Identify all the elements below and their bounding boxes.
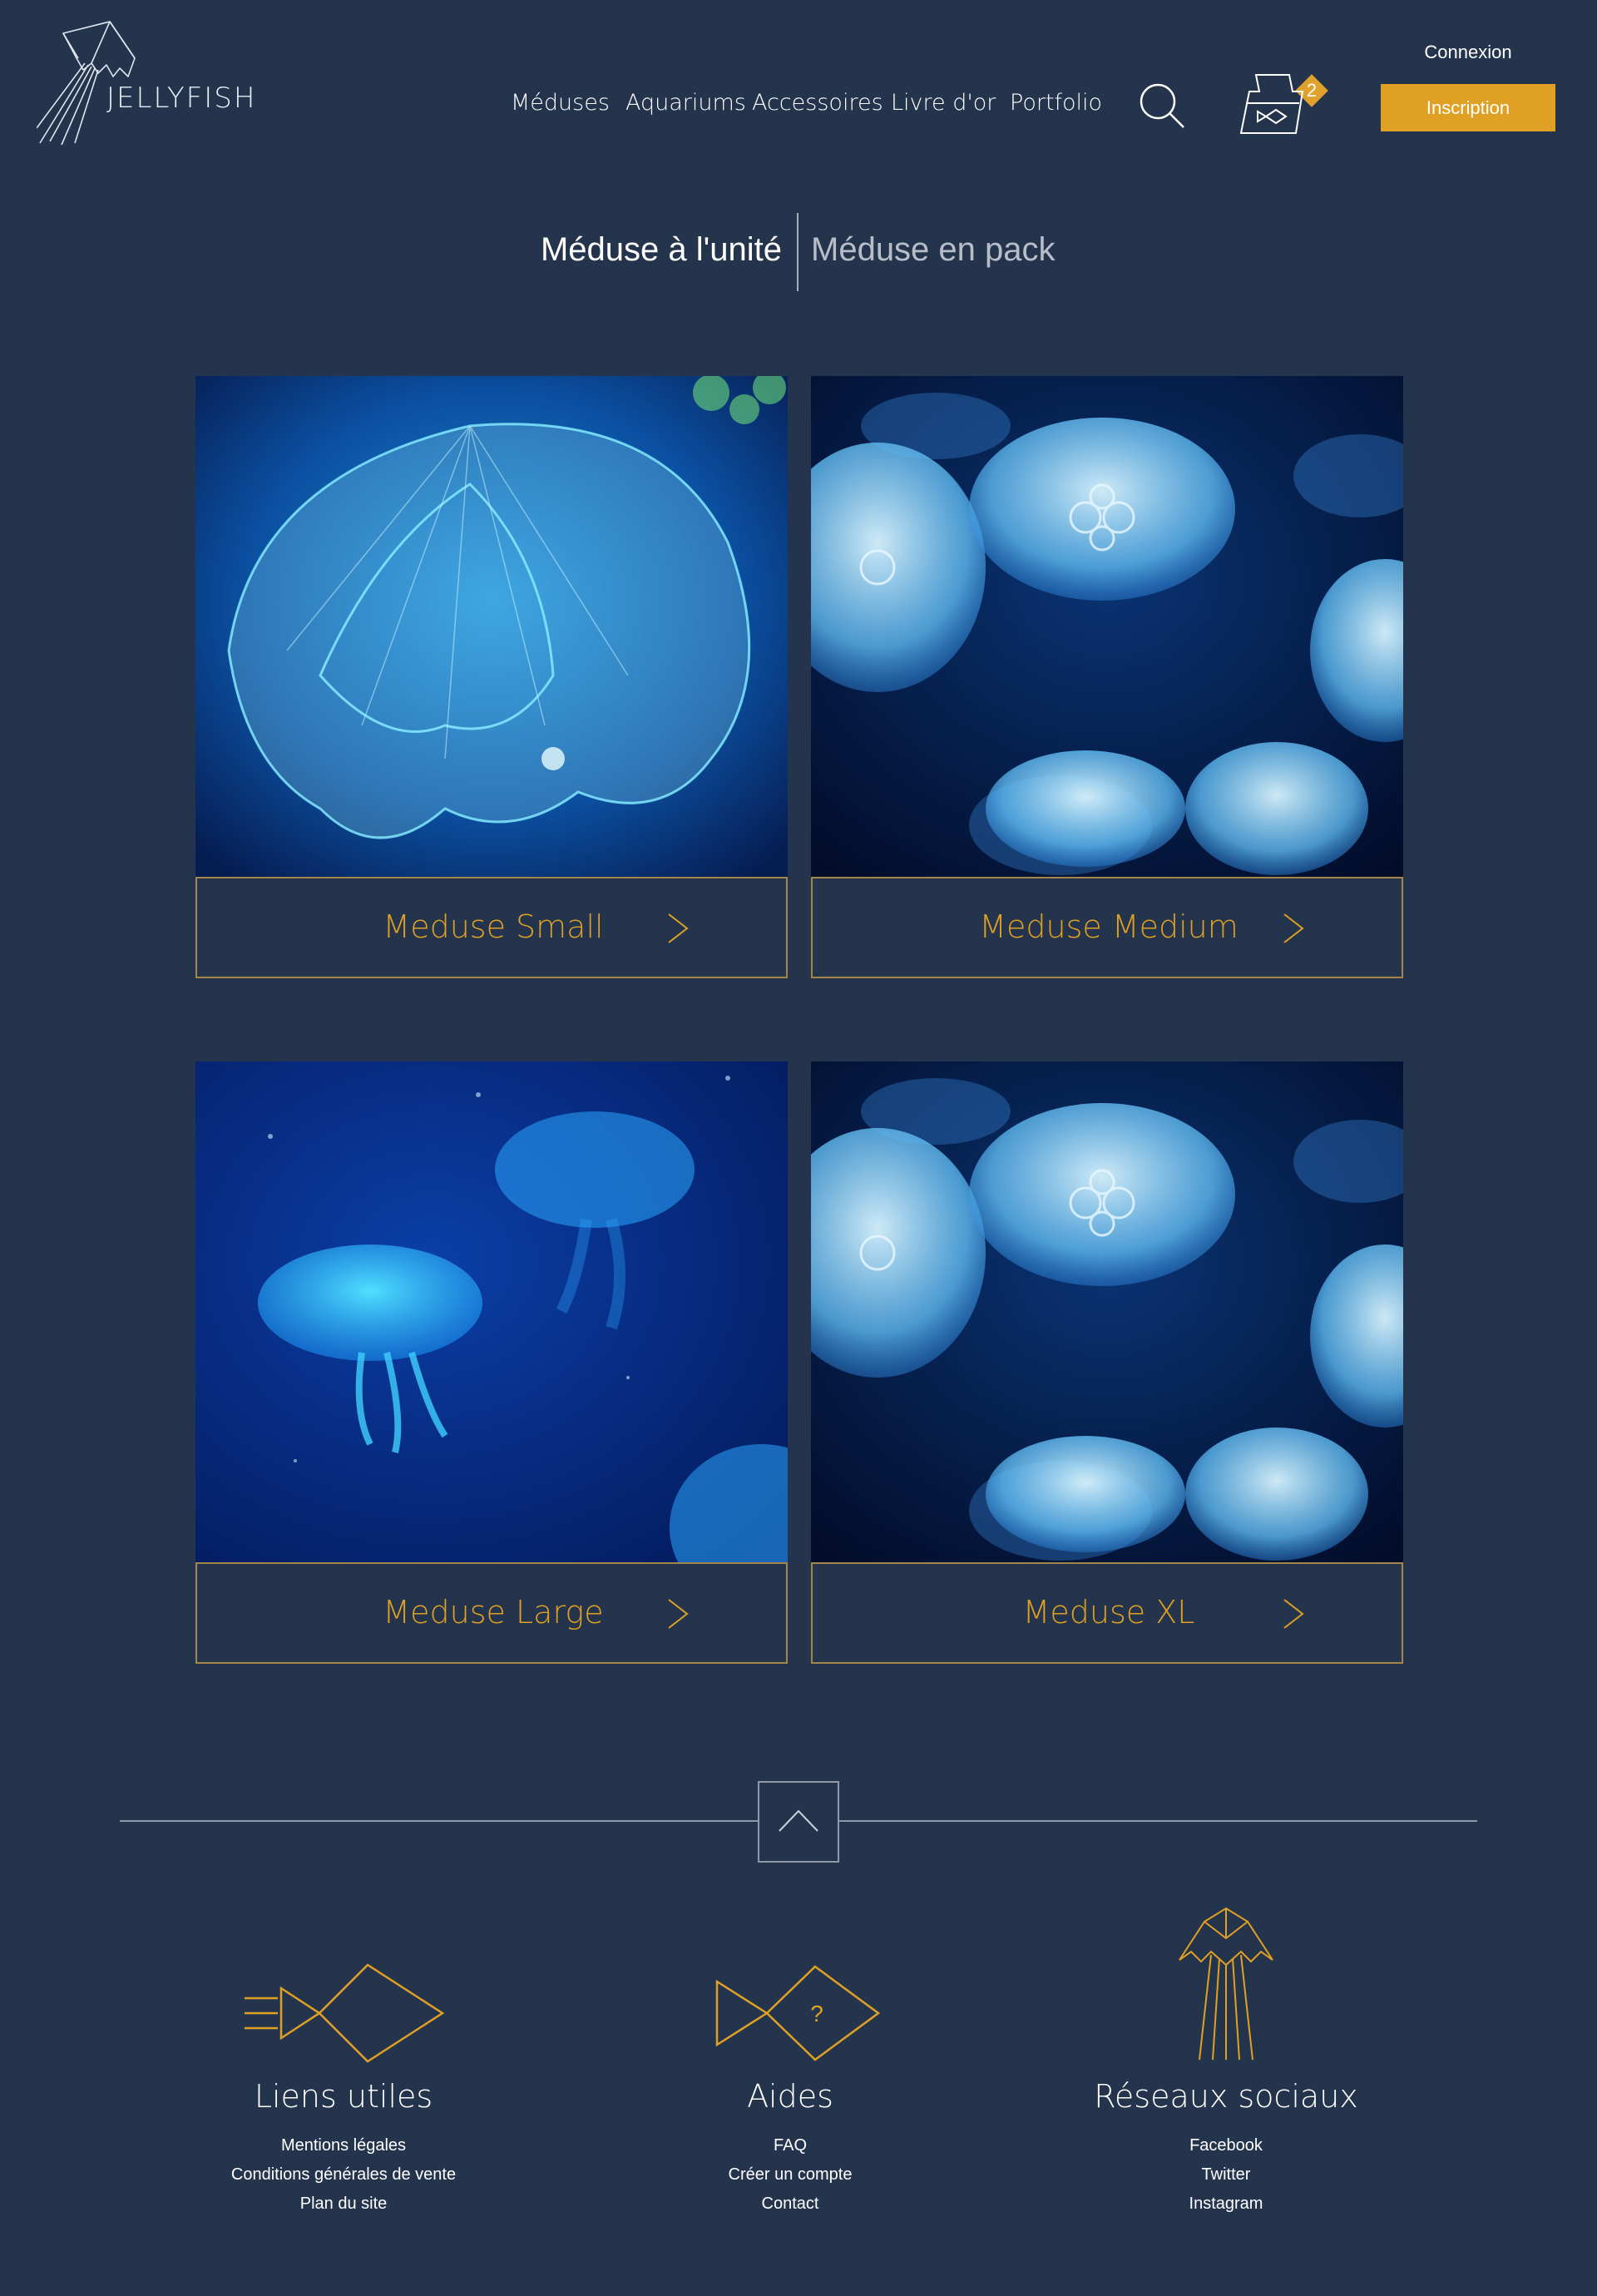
chevron-right-icon: [668, 1599, 689, 1629]
nav-item-aquariums[interactable]: Aquariums: [625, 90, 746, 116]
logo-text: JELLYFISH: [106, 82, 257, 115]
cart-count-badge: 2: [1294, 73, 1329, 108]
nav-item-accessoires[interactable]: Accessoires: [752, 90, 883, 116]
footer-link-faq[interactable]: FAQ: [574, 2131, 1006, 2160]
footer-title: Liens utiles: [254, 2078, 433, 2115]
nav-item-portfolio[interactable]: Portfolio: [1010, 90, 1102, 116]
product-label-box[interactable]: Meduse Medium: [811, 877, 1403, 978]
product-tabs: Méduse à l'unité Méduse en pack: [0, 213, 1597, 291]
footer-col-aides: Aides FAQ Créer un compte Contact: [574, 2078, 1006, 2219]
scroll-top-button[interactable]: [758, 1781, 839, 1863]
svg-text:?: ?: [810, 2001, 823, 2026]
footer-col-reseaux-sociaux: Réseaux sociaux Facebook Twitter Instagr…: [1010, 2078, 1442, 2219]
arrow-up-icon: [779, 1809, 818, 1832]
footer-link-contact[interactable]: Contact: [574, 2190, 1006, 2219]
tab-meduse-pack[interactable]: Méduse en pack: [811, 231, 1056, 269]
inscription-button[interactable]: Inscription: [1381, 84, 1555, 131]
connexion-link[interactable]: Connexion: [1381, 42, 1555, 63]
product-card-xl[interactable]: Meduse XL: [811, 1061, 1403, 1665]
jellyfish-photo: [811, 1061, 1403, 1562]
nav-item-livre-dor[interactable]: Livre d'or: [891, 90, 996, 116]
search-icon[interactable]: [1138, 82, 1186, 130]
fish-icon: [245, 1963, 445, 2063]
footer-link-creer-compte[interactable]: Créer un compte: [574, 2160, 1006, 2190]
tab-divider: [797, 213, 798, 291]
jellyfish-photo: [195, 1061, 788, 1562]
fish-help-icon: ?: [715, 1965, 880, 2061]
footer-link-facebook[interactable]: Facebook: [1010, 2131, 1442, 2160]
tab-meduse-unite[interactable]: Méduse à l'unité: [0, 231, 782, 269]
product-name: Meduse Small: [383, 908, 604, 945]
product-card-large[interactable]: Meduse Large: [195, 1061, 788, 1665]
product-label-box[interactable]: Meduse XL: [811, 1562, 1403, 1664]
chevron-right-icon: [1283, 913, 1304, 943]
product-card-medium[interactable]: Meduse Medium: [811, 376, 1403, 980]
chevron-right-icon: [1283, 1599, 1304, 1629]
footer-link-instagram[interactable]: Instagram: [1010, 2190, 1442, 2219]
footer-link-mentions-legales[interactable]: Mentions légales: [127, 2131, 560, 2160]
nav-item-meduses[interactable]: Méduses: [511, 90, 610, 116]
chevron-right-icon: [668, 913, 689, 943]
jellyfish-photo: [195, 376, 788, 877]
footer-link-plan-du-site[interactable]: Plan du site: [127, 2190, 560, 2219]
product-card-small[interactable]: Meduse Small: [195, 376, 788, 980]
footer-link-twitter[interactable]: Twitter: [1010, 2160, 1442, 2190]
footer-link-cgv[interactable]: Conditions générales de vente: [127, 2160, 560, 2190]
product-label-box[interactable]: Meduse Large: [195, 1562, 788, 1664]
jellyfish-icon: [1179, 1907, 1273, 2061]
footer-title: Aides: [747, 2078, 833, 2115]
product-name: Meduse Large: [383, 1594, 604, 1630]
product-name: Meduse XL: [1022, 1594, 1195, 1630]
jellyfish-photo: [811, 376, 1403, 877]
footer-title: Réseaux sociaux: [1094, 2078, 1358, 2115]
footer-divider-left: [120, 1820, 758, 1822]
footer-col-liens-utiles: Liens utiles Mentions légales Conditions…: [127, 2078, 560, 2219]
footer-divider-right: [839, 1820, 1477, 1822]
product-label-box[interactable]: Meduse Small: [195, 877, 788, 978]
product-name: Meduse Medium: [979, 908, 1239, 945]
